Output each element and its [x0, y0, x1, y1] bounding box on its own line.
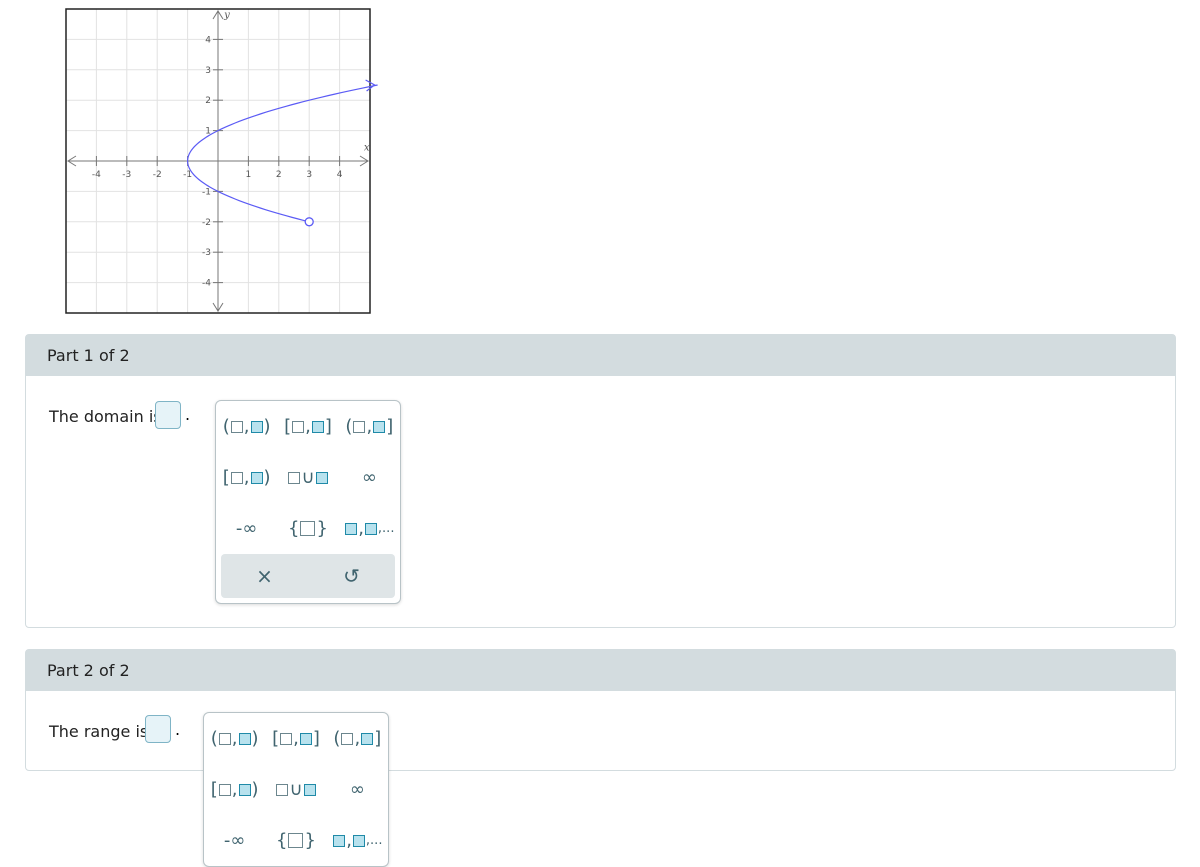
clear-key[interactable]: ×: [221, 554, 308, 598]
y-tick-label: -3: [202, 248, 211, 258]
undo-key[interactable]: ↺: [308, 554, 395, 598]
period: .: [175, 720, 181, 739]
x-tick-label: -3: [122, 170, 131, 180]
key-negative-infinity[interactable]: -∞: [204, 815, 265, 866]
y-tick-label: 4: [205, 35, 211, 45]
x-tick-label: 1: [246, 170, 252, 180]
part-2-card: Part 2 of 2: [25, 649, 1176, 771]
y-tick-label: -2: [202, 218, 211, 228]
x-tick-label: -2: [153, 170, 162, 180]
part-2-header: Part 2 of 2: [26, 650, 1175, 691]
key-closed-closed-interval[interactable]: [,]: [265, 713, 326, 764]
key-list[interactable]: ,,...: [327, 815, 388, 866]
y-tick-label: 3: [205, 66, 211, 76]
key-closed-open-interval[interactable]: [,): [204, 764, 265, 815]
range-prompt: The range is: [49, 722, 149, 741]
y-tick-label: 2: [205, 96, 211, 106]
key-negative-infinity[interactable]: -∞: [216, 503, 277, 554]
range-answer-input[interactable]: [145, 715, 171, 743]
period: .: [185, 405, 191, 424]
x-axis-label: x: [364, 142, 370, 153]
coordinate-graph: -4 -3 -2 -1 1 2 3 4-4-3-2-11234xy: [65, 8, 378, 314]
x-tick-label: 2: [276, 170, 282, 180]
domain-prompt: The domain is: [49, 407, 162, 426]
key-infinity[interactable]: ∞: [327, 764, 388, 815]
open-endpoint: [304, 217, 314, 227]
part-1-card: Part 1 of 2: [25, 334, 1176, 628]
curve: [186, 84, 378, 223]
key-closed-open-interval[interactable]: [,): [216, 452, 277, 503]
key-open-closed-interval[interactable]: (,]: [327, 713, 388, 764]
x-tick-label: 3: [306, 170, 312, 180]
key-infinity[interactable]: ∞: [339, 452, 400, 503]
domain-answer-input[interactable]: [155, 401, 181, 429]
key-set-braces[interactable]: {}: [265, 815, 326, 866]
x-tick-label: -4: [92, 170, 101, 180]
y-axis-label: y: [223, 10, 230, 21]
math-keypad: (,)[,](,] [,) ∪ ∞ -∞{},,... × ↺: [215, 400, 401, 604]
key-union[interactable]: ∪: [277, 452, 338, 503]
x-tick-label: 4: [337, 170, 343, 180]
key-open-open-interval[interactable]: (,): [216, 401, 277, 452]
part-1-header: Part 1 of 2: [26, 335, 1175, 376]
key-list[interactable]: ,,...: [339, 503, 400, 554]
y-tick-label: -1: [202, 187, 211, 197]
y-tick-label: -4: [202, 279, 211, 289]
key-union[interactable]: ∪: [265, 764, 326, 815]
key-open-open-interval[interactable]: (,): [204, 713, 265, 764]
math-keypad: (,)[,](,] [,) ∪ ∞ -∞{},,...: [203, 712, 389, 867]
key-set-braces[interactable]: {}: [277, 503, 338, 554]
key-closed-closed-interval[interactable]: [,]: [277, 401, 338, 452]
key-open-closed-interval[interactable]: (,]: [339, 401, 400, 452]
